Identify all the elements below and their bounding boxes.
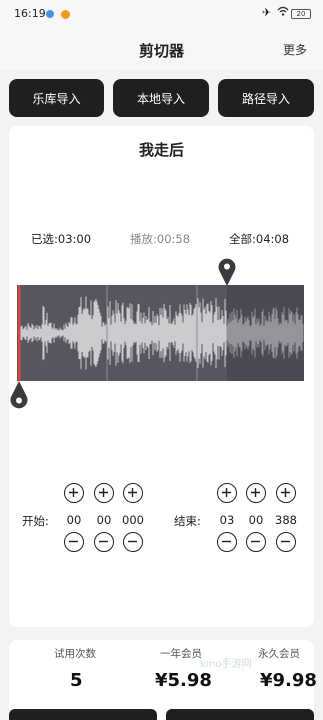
page-title: 剪切器 <box>138 42 184 60</box>
watermark: kmo手游网 <box>200 659 252 670</box>
start-sec-value: 00 <box>96 513 112 527</box>
bottom-action-button[interactable] <box>9 709 157 720</box>
status-bar: 16:19 ✈ 20 <box>0 0 323 30</box>
start-ms-value: 000 <box>122 513 144 527</box>
more-button[interactable]: 更多 <box>283 41 307 58</box>
notification-icon <box>61 10 70 19</box>
start-min-minus-button[interactable] <box>64 532 84 552</box>
library-import-button[interactable]: 乐库导入 <box>9 79 104 117</box>
trial-count-label: 试用次数 <box>54 648 96 660</box>
end-sec-value: 00 <box>248 513 264 527</box>
lifetime-plan-label[interactable]: 永久会员 <box>258 646 300 661</box>
end-label: 结束: <box>174 514 201 528</box>
notification-icon <box>46 10 54 18</box>
start-sec-plus-button[interactable] <box>94 483 114 503</box>
total-duration: 全部:04:08 <box>229 232 290 246</box>
end-ms-plus-button[interactable] <box>276 483 296 503</box>
status-time: 16:19 <box>14 7 46 20</box>
start-min-value: 00 <box>66 513 82 527</box>
start-ms-plus-button[interactable] <box>123 483 143 503</box>
playback-position: 播放:00:58 <box>130 232 191 246</box>
battery-icon: 20 <box>291 9 311 19</box>
start-marker-handle[interactable] <box>9 380 29 414</box>
end-ms-value: 388 <box>275 513 297 527</box>
start-label: 开始: <box>22 514 49 528</box>
path-import-button[interactable]: 路径导入 <box>218 79 314 117</box>
song-title: 我走后 <box>138 141 184 159</box>
end-ms-minus-button[interactable] <box>276 532 296 552</box>
waveform[interactable] <box>17 285 304 381</box>
wifi-icon <box>277 6 289 20</box>
end-sec-plus-button[interactable] <box>246 483 266 503</box>
end-min-plus-button[interactable] <box>217 483 237 503</box>
start-sec-minus-button[interactable] <box>94 532 114 552</box>
trial-count-value: 5 <box>70 670 83 691</box>
start-ms-minus-button[interactable] <box>123 532 143 552</box>
end-sec-minus-button[interactable] <box>246 532 266 552</box>
end-min-minus-button[interactable] <box>217 532 237 552</box>
selected-duration: 已选:03:00 <box>31 232 92 246</box>
airplane-icon: ✈ <box>262 6 272 19</box>
year-plan-price[interactable]: ¥5.98 <box>155 670 212 691</box>
local-import-button[interactable]: 本地导入 <box>113 79 209 117</box>
lifetime-plan-price[interactable]: ¥9.98 <box>260 670 317 691</box>
year-plan-label[interactable]: 一年会员 <box>160 646 202 661</box>
bottom-action-button[interactable] <box>166 709 314 720</box>
app-header: 剪切器 更多 <box>0 30 323 70</box>
start-min-plus-button[interactable] <box>64 483 84 503</box>
end-min-value: 03 <box>219 513 235 527</box>
